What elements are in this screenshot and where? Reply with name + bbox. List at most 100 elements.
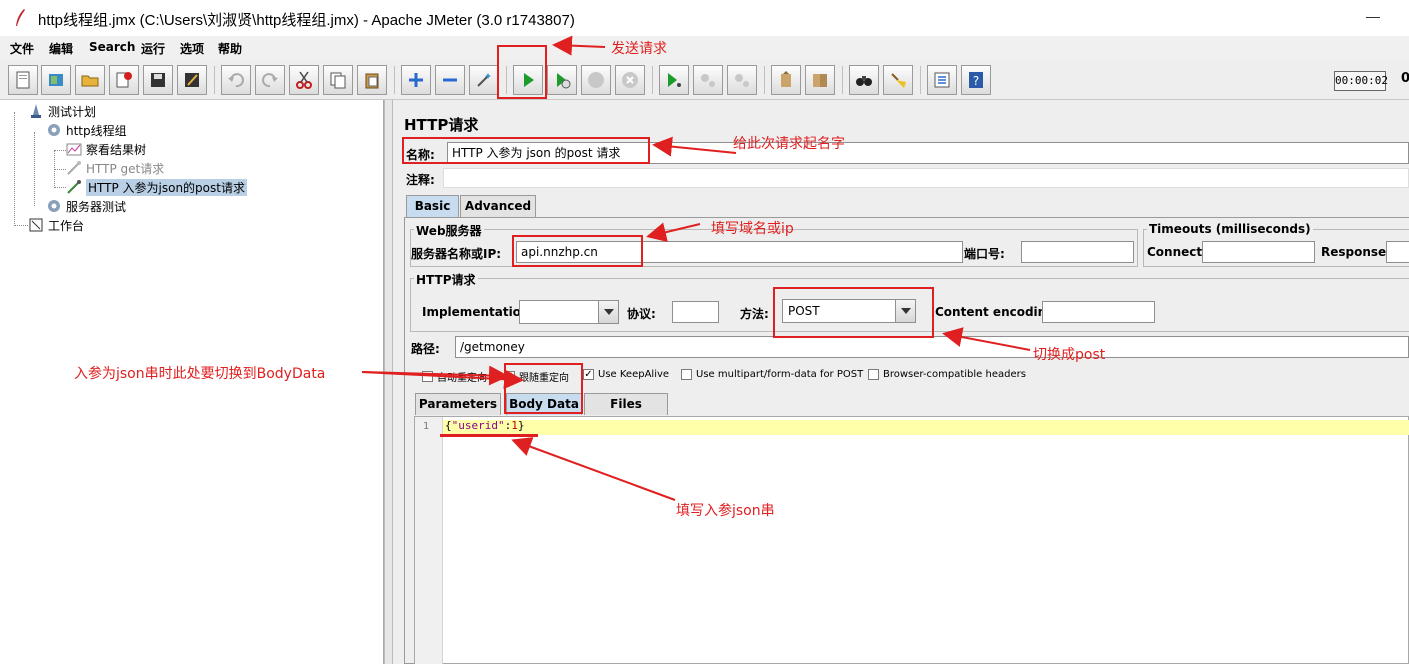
auto-redirect-checkbox[interactable]: 自动重定向 (422, 369, 487, 384)
templates-button[interactable] (41, 65, 71, 95)
menu-search[interactable]: Search (89, 40, 135, 54)
title-bar: http线程组.jmx (C:\Users\刘淑贤\http线程组.jmx) -… (0, 0, 1409, 36)
body-code[interactable]: {"userid":1} (445, 419, 524, 432)
menu-edit[interactable]: 编辑 (49, 40, 73, 57)
binoculars-icon (856, 76, 872, 86)
path-field[interactable]: /getmoney (455, 336, 1409, 358)
elapsed-timer: 00:00:02 (1334, 71, 1388, 91)
copy-button[interactable] (323, 65, 353, 95)
tab-advanced[interactable]: Advanced (460, 195, 536, 217)
clear-all-button[interactable] (805, 65, 835, 95)
open-button[interactable] (75, 65, 105, 95)
new-button[interactable] (8, 65, 38, 95)
menu-bar: 文件 编辑 Search 运行 选项 帮助 (0, 36, 1409, 60)
menu-file[interactable]: 文件 (10, 40, 34, 57)
new-file-icon (16, 71, 30, 89)
annotation-switch-post: 切换成post (1033, 347, 1106, 363)
expand-button[interactable] (401, 65, 431, 95)
tab-files-upload[interactable]: Files Upload (584, 393, 668, 431)
play-no-timer-icon (557, 73, 571, 89)
toggle-button[interactable] (469, 65, 499, 95)
remote-start-button[interactable] (659, 65, 689, 95)
tree-item-results-tree[interactable]: 察看结果树 (66, 140, 146, 158)
save-screen-button[interactable] (177, 65, 207, 95)
tab-parameters[interactable]: Parameters (415, 393, 501, 415)
test-plan-icon (31, 104, 41, 118)
response-field[interactable] (1386, 241, 1409, 263)
current-line-highlight (443, 420, 1409, 435)
chevron-down-icon[interactable] (598, 301, 618, 323)
help-button[interactable]: ? (961, 65, 991, 95)
window-title: http线程组.jmx (C:\Users\刘淑贤\http线程组.jmx) -… (38, 12, 575, 29)
active-threads: 0 (1401, 71, 1409, 86)
minimize-button[interactable] (1366, 17, 1380, 18)
search-button[interactable] (849, 65, 879, 95)
jmeter-feather-icon (16, 9, 25, 26)
browser-headers-checkbox[interactable]: Browser-compatible headers (868, 369, 1026, 380)
scissors-icon (296, 71, 312, 89)
highlight-start-button (497, 45, 547, 99)
implementation-label: Implementation: (422, 305, 535, 319)
menu-help[interactable]: 帮助 (218, 40, 242, 57)
function-helper-button[interactable] (927, 65, 957, 95)
annotation-send-request: 发送请求 (611, 41, 667, 57)
body-data-editor[interactable]: 1 {"userid":1} (414, 416, 1409, 664)
menu-options[interactable]: 选项 (180, 40, 204, 57)
reset-search-button[interactable] (883, 65, 913, 95)
pipette-icon (67, 180, 81, 194)
highlight-server-field (512, 235, 643, 267)
multipart-checkbox[interactable]: Use multipart/form-data for POST (681, 369, 863, 380)
comment-field[interactable] (443, 168, 1409, 188)
cut-button[interactable] (289, 65, 319, 95)
workbench-icon (29, 218, 43, 232)
timeouts-group-title: Timeouts (milliseconds) (1147, 222, 1313, 236)
redo-button[interactable] (255, 65, 285, 95)
highlight-json-underline (440, 434, 538, 437)
remote-shutdown-button[interactable] (727, 65, 757, 95)
tree-item-server-test[interactable]: 服务器测试 (46, 197, 126, 215)
pipette-icon (67, 161, 81, 175)
tree-item-workbench[interactable]: 工作台 (28, 216, 84, 234)
protocol-field[interactable] (672, 301, 719, 323)
connect-field[interactable] (1202, 241, 1315, 263)
tree-item-test-plan[interactable]: 测试计划 (28, 102, 96, 120)
annotation-fill-domain: 填写域名或ip (711, 221, 794, 237)
wand-icon (477, 73, 491, 87)
redo-icon (262, 73, 278, 88)
undo-button[interactable] (221, 65, 251, 95)
undo-icon (228, 73, 244, 88)
keepalive-checkbox[interactable]: ✓ Use KeepAlive (583, 369, 669, 380)
annotation-name-request: 给此次请求起名字 (733, 136, 845, 152)
panel-splitter[interactable] (384, 100, 393, 664)
start-no-pause-button[interactable] (547, 65, 577, 95)
save-as-icon (185, 73, 199, 87)
port-field[interactable] (1021, 241, 1134, 263)
close-button[interactable] (109, 65, 139, 95)
save-icon (151, 73, 165, 87)
implementation-select[interactable] (519, 300, 619, 324)
highlight-method-select (773, 287, 934, 338)
tab-basic[interactable]: Basic (406, 195, 459, 217)
close-file-icon (116, 72, 132, 88)
gear-icon (48, 200, 60, 212)
remote-stop-button[interactable] (693, 65, 723, 95)
port-label: 端口号: (964, 247, 1005, 261)
gear-icon (48, 124, 60, 136)
connect-label: Connect: (1147, 245, 1207, 259)
annotation-switch-bodydata: 入参为json串时此处要切换到BodyData (74, 366, 326, 382)
line-gutter: 1 (415, 417, 443, 664)
shutdown-button[interactable] (615, 65, 645, 95)
tree-item-post-request[interactable]: HTTP 入参为json的post请求 (66, 178, 247, 196)
toolbar: ? (0, 60, 1409, 100)
clear-button[interactable] (771, 65, 801, 95)
content-encoding-field[interactable] (1042, 301, 1155, 323)
save-button[interactable] (143, 65, 173, 95)
content-encoding-label: Content encoding: (935, 305, 1060, 319)
web-server-group-title: Web服务器 (414, 222, 484, 239)
tree-item-get-request[interactable]: HTTP get请求 (66, 159, 164, 177)
tree-item-thread-group[interactable]: http线程组 (46, 121, 127, 139)
paste-button[interactable] (357, 65, 387, 95)
collapse-button[interactable] (435, 65, 465, 95)
menu-run[interactable]: 运行 (141, 40, 165, 57)
stop-button[interactable] (581, 65, 611, 95)
